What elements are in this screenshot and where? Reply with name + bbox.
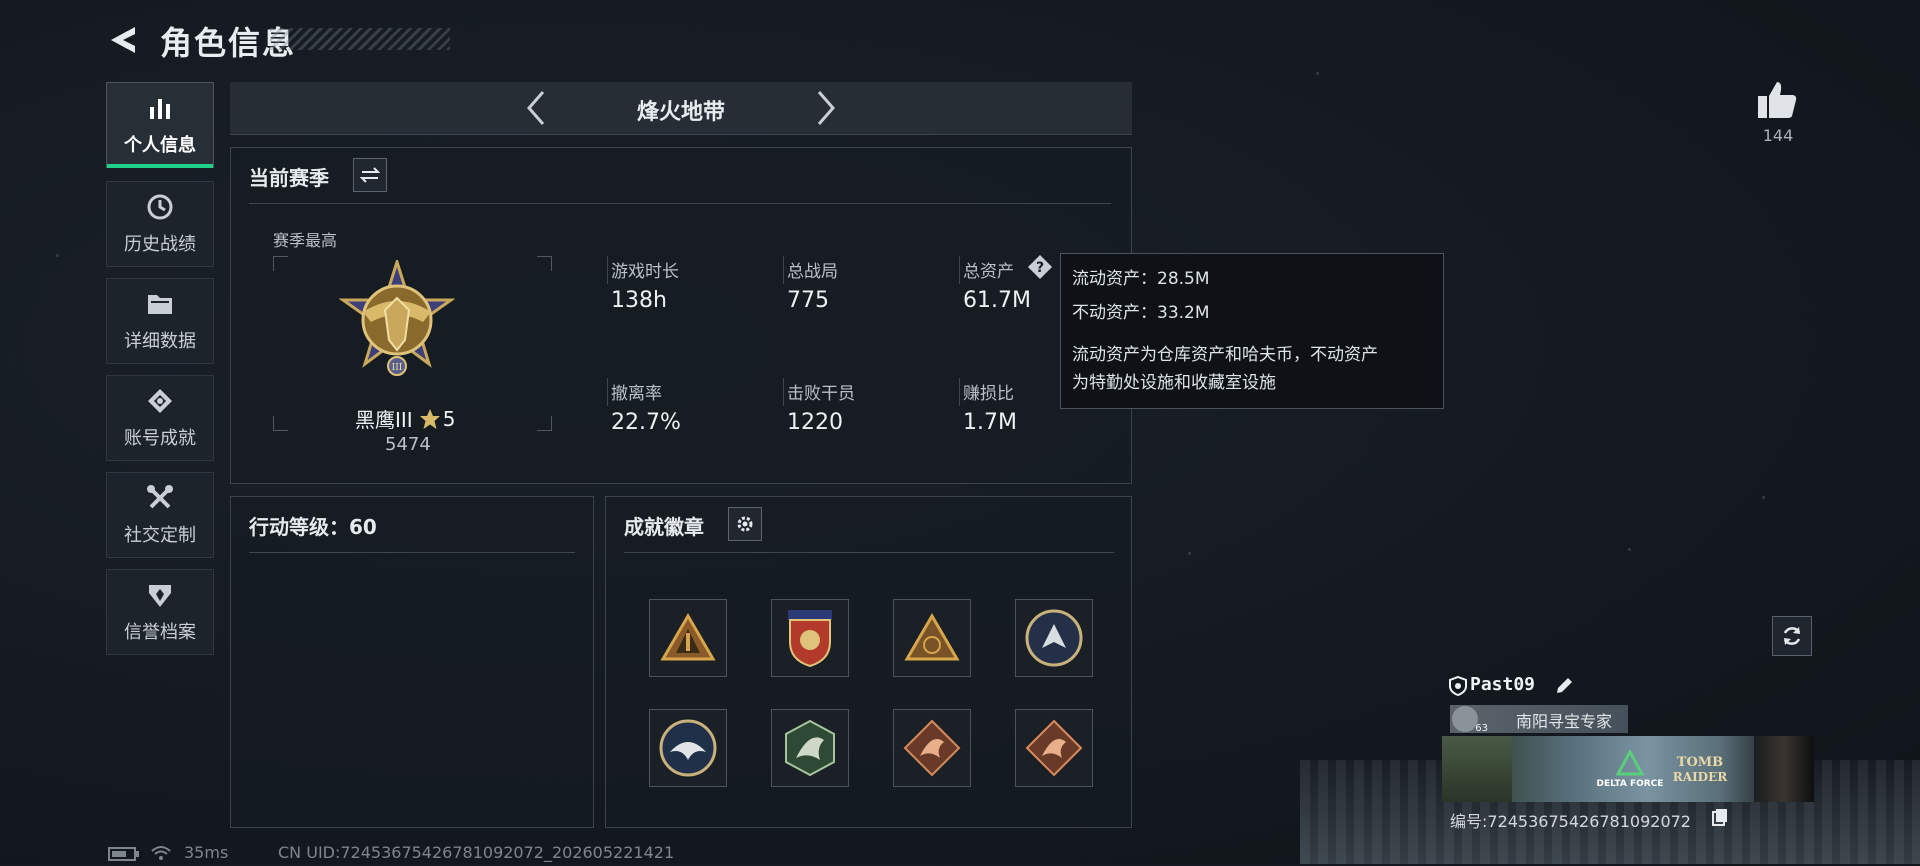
wolf-badge[interactable] bbox=[1015, 599, 1093, 677]
action-level-title: 行动等级：60 bbox=[249, 515, 377, 539]
mode-title: 烽火地带 bbox=[636, 100, 725, 125]
stat-value-total-matches: 775 bbox=[787, 288, 829, 313]
player-title: 南阳寻宝专家 bbox=[1516, 712, 1613, 731]
sidebar-item-label: 历史战绩 bbox=[124, 234, 196, 255]
svg-text:RAIDER: RAIDER bbox=[1673, 770, 1728, 784]
player-shield-icon bbox=[1449, 675, 1467, 697]
thumbs-up-icon[interactable] bbox=[1755, 78, 1799, 122]
tooltip-description-line2: 为特勤处设施和收藏室设施 bbox=[1072, 373, 1276, 393]
eagle-badge[interactable] bbox=[649, 709, 727, 787]
achievement-icon bbox=[145, 386, 175, 416]
stat-label-profit-ratio: 赚损比 bbox=[963, 384, 1014, 404]
refresh-button[interactable] bbox=[1772, 616, 1812, 656]
sidebar-item-detailed-data[interactable]: 详细数据 bbox=[106, 278, 214, 364]
copy-id-button[interactable] bbox=[1712, 808, 1728, 826]
stat-label-extraction-rate: 撤离率 bbox=[611, 384, 662, 404]
season-panel: 当前赛季 赛季最高 III 黑鹰III 5 5474 游戏时长 138h 总战局… bbox=[230, 147, 1132, 484]
ping-text: 35ms bbox=[184, 843, 229, 862]
dragon-badge-copper-1[interactable] bbox=[893, 709, 971, 787]
svg-text:DELTA FORCE: DELTA FORCE bbox=[1597, 779, 1664, 789]
dragon-badge-copper-2[interactable] bbox=[1015, 709, 1093, 787]
gear-icon bbox=[737, 516, 753, 532]
sidebar-item-history[interactable]: 历史战绩 bbox=[106, 181, 214, 267]
svg-text:TOMB: TOMB bbox=[1677, 755, 1723, 770]
footer-uid: CN UID:72453675426781092072_202605221421 bbox=[278, 843, 675, 862]
bar-chart-icon bbox=[145, 93, 175, 123]
sidebar-item-label: 信誉档案 bbox=[124, 622, 196, 643]
stat-value-total-assets: 61.7M bbox=[963, 288, 1031, 313]
rank-title: 黑鹰III 5 bbox=[355, 404, 455, 433]
player-name: Past09 bbox=[1470, 674, 1536, 695]
pencil-icon bbox=[1557, 678, 1572, 693]
season-best-label: 赛季最高 bbox=[273, 231, 338, 250]
sidebar-item-label: 社交定制 bbox=[124, 525, 196, 546]
wifi-icon bbox=[150, 844, 172, 862]
rank-name: 黑鹰III bbox=[355, 408, 413, 432]
battery-icon bbox=[108, 846, 140, 861]
stat-value-playtime: 138h bbox=[611, 288, 667, 313]
help-icon[interactable]: ? bbox=[1027, 254, 1053, 280]
chevron-right-icon bbox=[817, 91, 835, 125]
action-level-panel: 行动等级：60 bbox=[230, 496, 594, 828]
dragon-badge-green[interactable] bbox=[771, 709, 849, 787]
title-avatar: 63 bbox=[1452, 706, 1488, 734]
sidebar-item-social-custom[interactable]: 社交定制 bbox=[106, 472, 214, 558]
credit-icon bbox=[145, 580, 175, 610]
badges-title: 成就徽章 bbox=[624, 515, 704, 539]
triangle-badge-2[interactable] bbox=[893, 599, 971, 677]
achievement-badges-panel: 成就徽章 bbox=[605, 496, 1132, 828]
sidebar-item-label: 个人信息 bbox=[124, 135, 196, 156]
stat-label-total-assets: 总资产 bbox=[963, 262, 1014, 282]
player-id: 编号:72453675426781092072 bbox=[1450, 812, 1691, 831]
triangle-badge-1[interactable] bbox=[649, 599, 727, 677]
like-count: 144 bbox=[1762, 126, 1794, 145]
copy-icon bbox=[1712, 809, 1727, 826]
svg-text:?: ? bbox=[1036, 260, 1044, 276]
assets-tooltip: 流动资产：28.5M 不动资产：33.2M 流动资产为仓库资产和哈夫币，不动资产… bbox=[1060, 253, 1444, 409]
title-decoration bbox=[270, 28, 450, 50]
svg-text:III: III bbox=[392, 363, 403, 373]
sidebar-item-personal-info[interactable]: 个人信息 bbox=[106, 82, 214, 168]
title-level: 63 bbox=[1475, 723, 1488, 734]
folder-icon bbox=[145, 289, 175, 319]
stat-value-extraction-rate: 22.7% bbox=[611, 410, 681, 435]
tooltip-fixed-assets: 不动资产：33.2M bbox=[1072, 303, 1210, 323]
stat-value-kills: 1220 bbox=[787, 410, 843, 435]
rank-score: 5474 bbox=[385, 434, 431, 455]
profile-banner: DELTA FORCE TOMB RAIDER bbox=[1442, 736, 1814, 802]
stat-label-playtime: 游戏时长 bbox=[611, 262, 679, 282]
stat-label-kills: 击败干员 bbox=[787, 384, 855, 404]
swap-icon bbox=[360, 167, 380, 183]
tomb-raider-logo: TOMB RAIDER bbox=[1670, 748, 1730, 788]
refresh-icon bbox=[1783, 627, 1801, 645]
season-switch-button[interactable] bbox=[353, 158, 387, 192]
tooltip-description-line1: 流动资产为仓库资产和哈夫币，不动资产 bbox=[1072, 345, 1378, 365]
star-icon bbox=[419, 408, 440, 429]
season-title: 当前赛季 bbox=[249, 166, 329, 190]
shield-badge[interactable] bbox=[771, 599, 849, 677]
delta-force-logo: DELTA FORCE bbox=[1588, 748, 1672, 790]
badges-settings-button[interactable] bbox=[728, 507, 762, 541]
rank-stars: 5 bbox=[442, 406, 456, 431]
mode-selector: 烽火地带 bbox=[230, 82, 1132, 135]
stat-value-profit-ratio: 1.7M bbox=[963, 410, 1017, 435]
sidebar-item-credit-profile[interactable]: 信誉档案 bbox=[106, 569, 214, 655]
sidebar-item-achievements[interactable]: 账号成就 bbox=[106, 375, 214, 461]
sidebar-item-label: 详细数据 bbox=[124, 331, 196, 352]
edit-name-button[interactable] bbox=[1554, 676, 1574, 696]
back-button[interactable] bbox=[104, 20, 144, 60]
sidebar-item-label: 账号成就 bbox=[124, 428, 196, 449]
banner-character-left bbox=[1442, 736, 1512, 802]
stat-label-total-matches: 总战局 bbox=[787, 262, 838, 282]
tools-icon bbox=[145, 483, 175, 513]
tooltip-liquid-assets: 流动资产：28.5M bbox=[1072, 269, 1210, 289]
banner-character-right bbox=[1754, 736, 1814, 802]
history-icon bbox=[145, 192, 175, 222]
rank-emblem-icon: III bbox=[338, 257, 456, 388]
mode-next-button[interactable] bbox=[808, 88, 844, 128]
back-arrow-icon bbox=[111, 27, 135, 53]
